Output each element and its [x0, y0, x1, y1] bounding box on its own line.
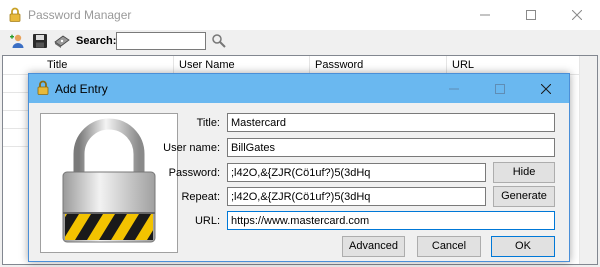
dialog-minimize-button[interactable] [431, 74, 477, 103]
padlock-icon [62, 118, 156, 243]
add-user-button[interactable] [9, 33, 25, 49]
repeat-label: Repeat: [181, 191, 220, 203]
title-field[interactable] [227, 113, 555, 132]
dialog-title: Add Entry [55, 82, 108, 96]
close-icon [541, 83, 551, 94]
padlock-image-box [40, 113, 178, 253]
repeat-password-field[interactable] [227, 187, 486, 206]
search-label: Search: [76, 35, 117, 47]
dialog-close-button[interactable] [523, 74, 569, 103]
ok-button[interactable]: OK [491, 236, 555, 257]
password-label: Password: [168, 167, 220, 179]
minimize-icon [449, 88, 459, 89]
toolbar: Search: [0, 30, 600, 54]
add-entry-dialog: Add Entry Title: Mastercard User name: B… [28, 73, 570, 262]
search-icon[interactable] [211, 33, 227, 49]
column-header-title[interactable]: Title [47, 59, 67, 71]
username-label: User name: [163, 142, 220, 154]
hide-button[interactable]: Hide [493, 162, 555, 183]
url-field[interactable] [227, 211, 555, 230]
title-label: Title: [196, 117, 220, 129]
column-header-username[interactable]: User Name [179, 59, 235, 71]
minimize-button[interactable] [462, 0, 508, 30]
close-icon [572, 10, 582, 20]
username-field[interactable] [227, 138, 555, 157]
generate-button[interactable]: Generate [493, 186, 555, 207]
cancel-button[interactable]: Cancel [417, 236, 481, 257]
close-button[interactable] [554, 0, 600, 30]
column-header-url[interactable]: URL [452, 59, 474, 71]
window-title: Password Manager [28, 8, 132, 22]
column-header-password[interactable]: Password [315, 59, 363, 71]
lock-icon [37, 80, 49, 95]
main-titlebar: Password Manager [0, 0, 600, 31]
maximize-icon [495, 83, 505, 94]
dialog-maximize-button[interactable] [477, 74, 523, 103]
lock-icon [9, 7, 21, 22]
generate-password-icon[interactable] [54, 33, 70, 49]
url-label: URL: [194, 215, 220, 227]
maximize-button[interactable] [508, 0, 554, 30]
save-icon[interactable] [32, 33, 48, 49]
dialog-titlebar: Add Entry [29, 74, 569, 103]
search-input[interactable] [116, 32, 206, 50]
vertical-scrollbar[interactable] [579, 56, 597, 264]
minimize-icon [480, 14, 490, 16]
password-field[interactable] [227, 163, 486, 182]
advanced-button[interactable]: Advanced [342, 236, 405, 257]
maximize-icon [526, 10, 536, 20]
